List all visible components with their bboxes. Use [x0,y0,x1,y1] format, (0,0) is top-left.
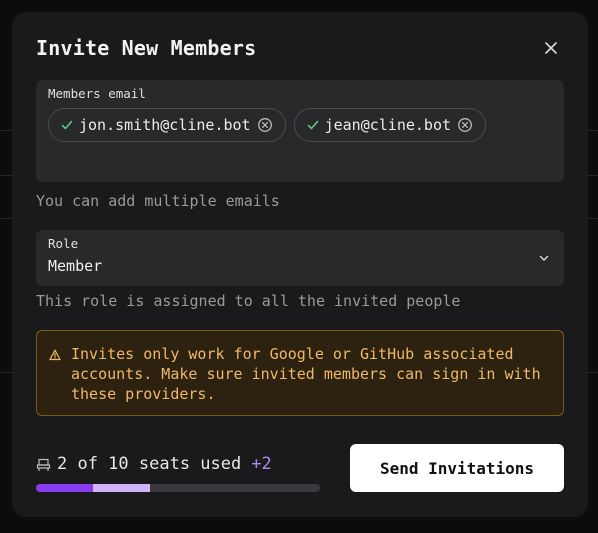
close-icon[interactable] [545,42,557,54]
progress-used-segment [36,484,93,492]
seats-progress-bar [36,484,320,492]
remove-chip-icon[interactable] [457,117,473,133]
warning-text: Invites only work for Google or GitHub a… [71,345,541,403]
close-button[interactable] [542,39,560,57]
role-selected-value: Member [48,257,103,275]
warning-callout: Invites only work for Google or GitHub a… [36,330,564,416]
email-chip: jon.smith@cline.bot [48,108,286,142]
invite-members-dialog: Invite New Members Members email jon.smi… [12,12,588,517]
send-invitations-button[interactable]: Send Invitations [350,444,564,492]
role-label: Role [48,236,79,251]
members-email-field[interactable]: Members email jon.smith@cline.bot jean@c… [36,80,564,182]
seats-usage: 2 of 10 seats used +2 [36,454,272,474]
seats-pending-count: +2 [251,454,272,474]
warning-icon [49,349,61,361]
seat-icon [36,457,51,472]
email-hint: You can add multiple emails [36,192,280,210]
email-chip: jean@cline.bot [293,108,487,142]
email-chip-text: jean@cline.bot [324,116,452,134]
seats-used-text: 2 of 10 seats used [57,454,242,474]
dialog-title: Invite New Members [36,36,257,60]
check-icon [61,119,73,131]
email-chip-text: jon.smith@cline.bot [79,116,251,134]
check-icon [307,119,319,131]
remove-chip-icon[interactable] [257,117,273,133]
role-select[interactable]: Role Member [36,230,564,286]
chevron-down-icon[interactable] [538,252,550,264]
role-hint: This role is assigned to all the invited… [36,292,461,310]
email-chip-list: jon.smith@cline.bot jean@cline.bot [48,108,487,142]
members-email-label: Members email [48,86,146,101]
progress-pending-segment [92,484,150,492]
